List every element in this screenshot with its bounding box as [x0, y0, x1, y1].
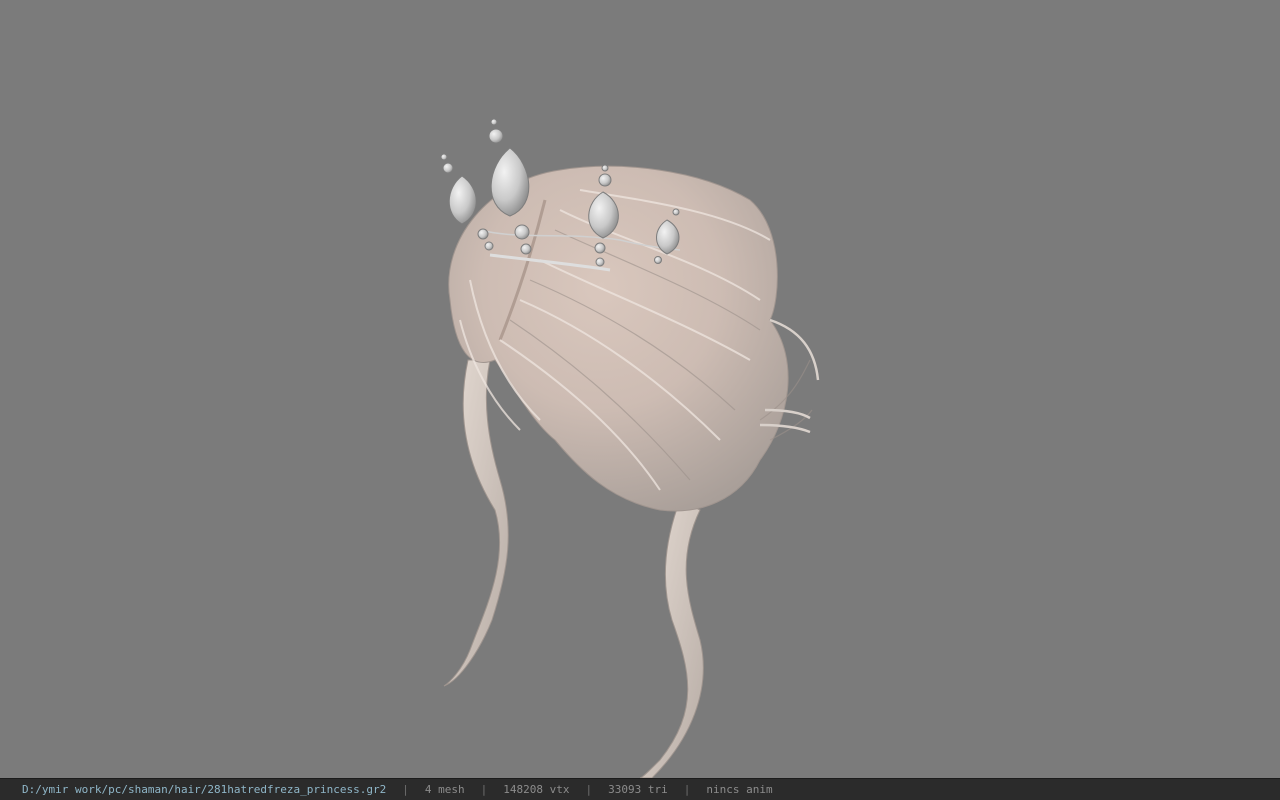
- separator: |: [585, 783, 593, 796]
- hair-model-render: [440, 118, 820, 778]
- separator: |: [480, 783, 488, 796]
- separator: |: [683, 783, 691, 796]
- vertex-count: 148208 vtx: [503, 783, 570, 796]
- right-hair-strand: [639, 499, 704, 778]
- 3d-viewport[interactable]: [0, 0, 1280, 778]
- left-hair-strand: [443, 359, 509, 687]
- file-path: D:/ymir work/pc/shaman/hair/281hatredfre…: [22, 783, 387, 796]
- mesh-count: 4 mesh: [424, 783, 465, 796]
- separator: |: [402, 783, 409, 796]
- status-bar: D:/ymir work/pc/shaman/hair/281hatredfre…: [0, 778, 1280, 800]
- animation-status: nincs anim: [706, 783, 773, 796]
- triangle-count: 33093 tri: [608, 783, 668, 796]
